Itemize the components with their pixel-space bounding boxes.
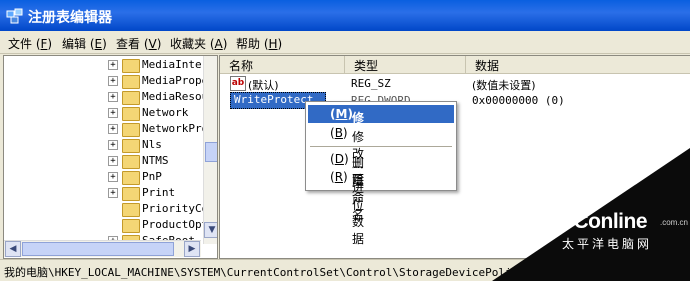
value-name: (默认) xyxy=(248,79,279,92)
menu-rename[interactable]: 重命名 (R) xyxy=(308,168,454,222)
folder-icon xyxy=(122,219,140,233)
title-bar[interactable]: 注册表编辑器 xyxy=(0,0,690,31)
menu-delete-key: D xyxy=(334,152,344,166)
value-data: (数值未设置) xyxy=(472,79,536,92)
folder-icon xyxy=(122,171,140,185)
expand-icon[interactable]: + xyxy=(108,76,118,86)
column-header-name[interactable]: 名称 xyxy=(220,56,345,74)
folder-icon xyxy=(122,59,140,73)
context-menu: 修改 (M) 修改二进位数据 (B) 删除 (D) 重命名 (R) xyxy=(305,101,457,246)
key-tree[interactable]: + MediaInter + MediaPrope + MediaResou + Net… xyxy=(3,55,218,259)
menu-edit-key: E xyxy=(94,37,103,51)
folder-icon xyxy=(122,123,140,137)
menu-rename-key: R xyxy=(334,170,344,184)
window-title: 注册表编辑器 xyxy=(28,10,112,26)
tree-item-label: MediaInter xyxy=(142,58,209,71)
tree-item-label: PnP xyxy=(142,170,162,183)
watermark-logo: PConline .com.cn 太平洋电脑网 xyxy=(560,210,689,260)
expand-icon[interactable]: + xyxy=(108,172,118,182)
folder-icon xyxy=(122,155,140,169)
expand-icon[interactable]: + xyxy=(108,124,118,134)
column-header-data[interactable]: 数据 xyxy=(466,56,690,74)
regedit-window: 注册表编辑器 文件 (F) 编辑 (E) 查看 (V) 收藏夹 (A) 帮助 (… xyxy=(0,0,690,281)
scroll-thumb[interactable] xyxy=(205,142,217,162)
menu-favorites[interactable]: 收藏夹 (A) xyxy=(170,35,227,52)
menu-view[interactable]: 查看 (V) xyxy=(116,35,161,52)
tree-item-label: Nls xyxy=(142,138,162,151)
tree-item-label: PriorityCo xyxy=(142,202,209,215)
menu-view-key: V xyxy=(148,37,157,51)
tree-item-label: Network xyxy=(142,106,189,119)
folder-icon xyxy=(122,139,140,153)
scroll-left-icon[interactable]: ◀ xyxy=(5,241,21,257)
menu-file-key: F xyxy=(40,37,48,51)
menu-modify[interactable]: 修改 (M) xyxy=(308,105,454,142)
folder-icon xyxy=(122,107,140,121)
tree-item-label: NTMS xyxy=(142,154,169,167)
expand-icon[interactable]: + xyxy=(108,92,118,102)
status-path: 我的电脑\HKEY_LOCAL_MACHINE\SYSTEM\CurrentCo… xyxy=(4,266,539,279)
menu-edit[interactable]: 编辑 (E) xyxy=(62,35,107,52)
tree-horizontal-scrollbar[interactable]: ◀ ▶ xyxy=(4,240,201,257)
tree-item-label: Print xyxy=(142,186,176,199)
menu-favorites-key: A xyxy=(214,37,223,51)
expand-icon[interactable]: + xyxy=(108,188,118,198)
folder-icon xyxy=(122,203,140,217)
menu-help-label: 帮助 xyxy=(236,37,261,51)
tree-item-label: MediaPrope xyxy=(142,74,209,87)
menu-favorites-label: 收藏夹 xyxy=(170,37,207,51)
value-name: WriteProtect xyxy=(234,93,314,106)
menu-help[interactable]: 帮助 (H) xyxy=(236,35,282,52)
value-row[interactable]: ab (默认) REG_SZ (数值未设置) xyxy=(220,75,690,92)
menu-file-label: 文件 xyxy=(8,37,33,51)
expand-icon[interactable]: + xyxy=(108,140,118,150)
menu-delete[interactable]: 删除 (D) xyxy=(308,150,454,187)
menu-help-key: H xyxy=(268,37,278,51)
menu-modify-binary[interactable]: 修改二进位数据 (B) xyxy=(308,124,454,246)
menu-view-label: 查看 xyxy=(116,37,141,51)
column-header-name-label: 名称 xyxy=(229,59,254,73)
menu-modify-key: M xyxy=(335,107,348,121)
value-type: REG_SZ xyxy=(351,77,391,90)
menu-separator xyxy=(310,146,452,147)
menu-edit-label: 编辑 xyxy=(62,37,87,51)
folder-icon xyxy=(122,187,140,201)
scroll-right-icon[interactable]: ▶ xyxy=(184,241,200,257)
scroll-thumb[interactable] xyxy=(22,242,174,256)
column-header-data-label: 数据 xyxy=(475,59,500,73)
expand-icon[interactable]: + xyxy=(108,60,118,70)
expand-icon[interactable]: + xyxy=(108,156,118,166)
scroll-down-icon[interactable]: ▼ xyxy=(204,222,217,238)
tree-item-label: MediaResou xyxy=(142,90,209,103)
column-header-type[interactable]: 类型 xyxy=(345,56,466,74)
watermark-domain: .com.cn xyxy=(660,218,689,227)
column-header-type-label: 类型 xyxy=(354,59,379,73)
menu-modify-binary-key: B xyxy=(334,126,343,140)
menu-file[interactable]: 文件 (F) xyxy=(8,35,52,52)
tree-item-label: NetworkPro xyxy=(142,122,209,135)
status-bar: 我的电脑\HKEY_LOCAL_MACHINE\SYSTEM\CurrentCo… xyxy=(0,259,690,281)
tree-vertical-scrollbar[interactable]: ▼ xyxy=(203,56,217,244)
expand-icon[interactable]: + xyxy=(108,108,118,118)
menu-rename-label: 重命名 xyxy=(352,174,365,222)
value-data: 0x00000000 (0) xyxy=(472,94,565,107)
folder-icon xyxy=(122,91,140,105)
regedit-icon xyxy=(6,8,23,24)
tree-item-label: ProductOpt xyxy=(142,218,209,231)
watermark-brand: PConline xyxy=(560,210,648,233)
string-value-icon: ab xyxy=(230,76,246,91)
menu-bar: 文件 (F) 编辑 (E) 查看 (V) 收藏夹 (A) 帮助 (H) xyxy=(0,31,690,54)
watermark-sub: 太平洋电脑网 xyxy=(562,237,653,251)
folder-icon xyxy=(122,75,140,89)
